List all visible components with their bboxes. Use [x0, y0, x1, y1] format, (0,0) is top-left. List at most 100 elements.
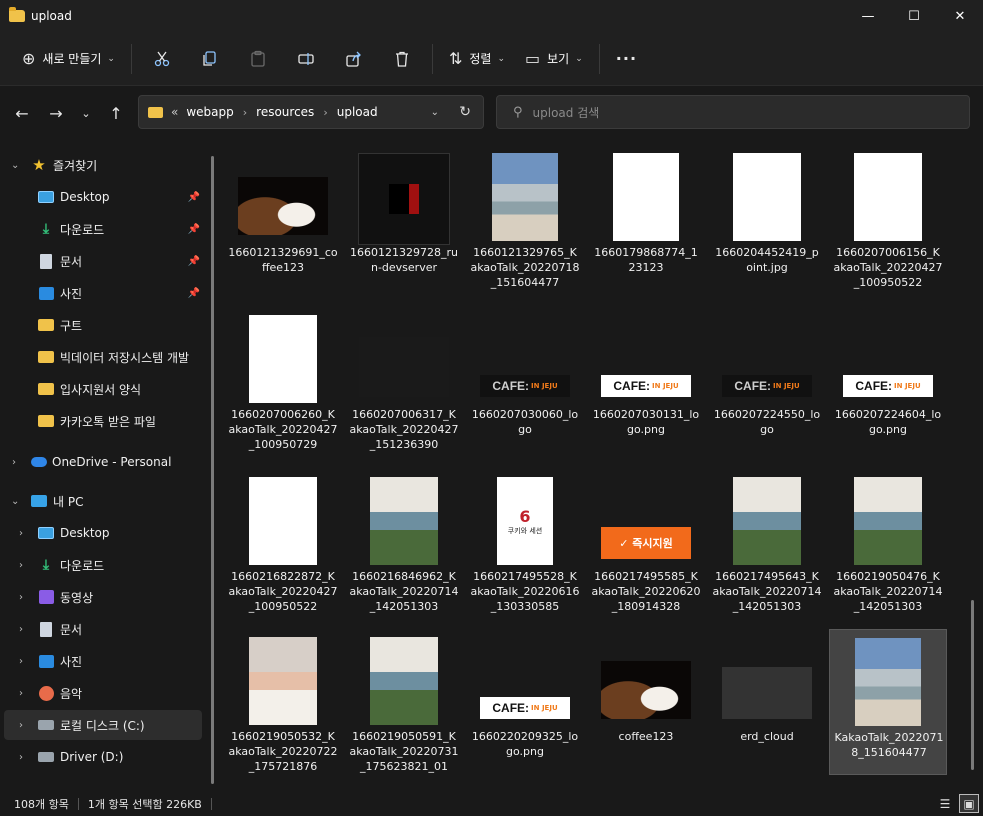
sidebar-quick-access[interactable]: ⌄ ★ 즐겨찾기 [4, 150, 202, 180]
chevron-right-icon[interactable]: › [19, 592, 23, 603]
file-item[interactable]: CAFE: IN JEJU 1660207030131_logo.png [587, 309, 705, 459]
file-item[interactable]: ✓ 즉시지원 1660217495585_KakaoTalk_20220620_1… [587, 471, 705, 621]
view-button[interactable]: ▭ 보기 ⌄ [515, 41, 593, 77]
file-item[interactable]: coffee123 [587, 631, 705, 781]
sidebar-item-downloads[interactable]: ⤓ 다운로드 📌 [4, 214, 202, 244]
sidebar-item-this-pc[interactable]: ⌄ 내 PC [4, 486, 202, 516]
toolbar-divider [130, 43, 132, 74]
chevron-right-icon[interactable]: › [19, 656, 23, 667]
file-thumbnail [492, 153, 558, 241]
file-item[interactable]: 1660219050532_KakaoTalk_20220722_1757218… [224, 631, 342, 781]
address-bar[interactable]: « webapp › resources › upload ⌄ ↻ [138, 95, 484, 129]
sidebar-item-pictures[interactable]: 사진 📌 [4, 278, 202, 308]
file-thumbnail [854, 153, 922, 241]
breadcrumb-overflow[interactable]: « [171, 105, 178, 119]
file-item[interactable]: CAFE: IN JEJU 1660207030060_logo [466, 309, 584, 459]
file-item[interactable]: CAFE: IN JEJU 1660207224550_logo [708, 309, 826, 459]
chevron-right-icon[interactable]: › [19, 688, 23, 699]
sidebar-item-pc-downloads[interactable]: › ⤓ 다운로드 [4, 550, 202, 580]
chevron-right-icon[interactable]: › [19, 528, 23, 539]
sidebar-item-driver-d[interactable]: › Driver (D:) [4, 742, 202, 772]
file-name: 1660217495528_KakaoTalk_20220616_1303305… [470, 570, 580, 613]
sidebar-item-desktop[interactable]: Desktop 📌 [4, 182, 202, 212]
sidebar-item-local-disk[interactable]: › 로컬 디스크 (C:) [4, 710, 202, 740]
sidebar-item-pc-music[interactable]: › 음악 [4, 678, 202, 708]
logo-text: CAFE: [734, 379, 772, 393]
file-item[interactable]: 1660217495643_KakaoTalk_20220714_1420513… [708, 471, 826, 621]
more-options-button[interactable]: ··· [606, 41, 647, 77]
chevron-down-icon[interactable]: ⌄ [11, 160, 19, 171]
maximize-button[interactable]: ☐ [891, 0, 937, 32]
file-item[interactable]: 1660121329728_run-devserver [345, 147, 463, 297]
up-button[interactable]: ↑ [100, 97, 132, 129]
chevron-right-icon[interactable]: › [19, 752, 23, 763]
chevron-right-icon[interactable]: › [19, 560, 23, 571]
chevron-right-icon[interactable]: › [19, 720, 23, 731]
file-item[interactable]: 1660216822872_KakaoTalk_20220427_1009505… [224, 471, 342, 621]
breadcrumb-resources[interactable]: resources [256, 105, 314, 119]
file-item[interactable]: CAFE: IN JEJU 1660207224604_logo.png [829, 309, 947, 459]
sidebar-item-folder[interactable]: 빅데이터 저장시스템 개발 [4, 342, 202, 372]
document-icon [38, 253, 54, 269]
pin-icon[interactable]: 📌 [188, 192, 200, 203]
delete-button[interactable] [378, 41, 426, 77]
breadcrumb-separator[interactable]: › [243, 106, 247, 119]
sort-button[interactable]: ⇅ 정렬 ⌄ [439, 41, 515, 77]
file-item[interactable]: 1660216846962_KakaoTalk_20220714_1420513… [345, 471, 463, 621]
sidebar-item-pc-pictures[interactable]: › 사진 [4, 646, 202, 676]
details-view-button[interactable]: ☰ [935, 794, 955, 813]
forward-button[interactable]: → [40, 97, 72, 129]
file-item[interactable]: 1660121329765_KakaoTalk_20220718_1516044… [466, 147, 584, 297]
sidebar-item-folder[interactable]: 입사지원서 양식 [4, 374, 202, 404]
sidebar-item-folder[interactable]: 구트 [4, 310, 202, 340]
new-button[interactable]: ⊕ 새로 만들기 ⌄ [12, 41, 125, 77]
logo-subtext: IN JEJU [652, 382, 679, 390]
copy-button[interactable] [186, 41, 234, 77]
refresh-icon[interactable]: ↻ [459, 104, 471, 120]
file-item[interactable]: 1660179868774_123123 [587, 147, 705, 297]
chevron-down-icon[interactable]: ⌄ [11, 496, 19, 507]
pin-icon[interactable]: 📌 [188, 288, 200, 299]
rename-button[interactable] [282, 41, 330, 77]
back-button[interactable]: ← [6, 97, 38, 129]
breadcrumb-webapp[interactable]: webapp [186, 105, 233, 119]
share-button[interactable] [330, 41, 378, 77]
square-icon [389, 184, 419, 214]
file-item[interactable]: 1660219050476_KakaoTalk_20220714_1420513… [829, 471, 947, 621]
minimize-button[interactable]: — [845, 0, 891, 32]
file-item[interactable]: 1660207006156_KakaoTalk_20220427_1009505… [829, 147, 947, 297]
sidebar-item-pc-videos[interactable]: › 동영상 [4, 582, 202, 612]
breadcrumb-separator[interactable]: › [323, 106, 327, 119]
pin-icon[interactable]: 📌 [188, 256, 200, 267]
close-button[interactable]: ✕ [937, 0, 983, 32]
file-item[interactable]: 6 쿠키와 세션 1660217495528_KakaoTalk_20220616_… [466, 471, 584, 621]
copy-icon [203, 50, 216, 66]
search-box[interactable]: ⚲ upload 검색 [496, 95, 970, 129]
file-item[interactable]: 1660219050591_KakaoTalk_20220731_1756238… [345, 631, 463, 781]
file-item[interactable]: KakaoTalk_20220718_151604477 [829, 629, 947, 775]
pin-icon[interactable]: 📌 [188, 224, 200, 235]
sidebar-item-onedrive[interactable]: › OneDrive - Personal [4, 447, 202, 477]
large-icons-view-button[interactable]: ▣ [959, 794, 979, 813]
cut-button[interactable] [138, 41, 186, 77]
file-grid-scrollbar[interactable] [971, 600, 974, 770]
file-item[interactable]: CAFE: IN JEJU 1660220209325_logo.png [466, 631, 584, 781]
scissors-icon [154, 51, 170, 66]
trash-icon [395, 51, 408, 67]
file-item[interactable]: 1660207006260_KakaoTalk_20220427_1009507… [224, 309, 342, 459]
address-history-icon[interactable]: ⌄ [431, 107, 439, 118]
file-item[interactable]: 1660204452419_point.jpg [708, 147, 826, 297]
chevron-right-icon[interactable]: › [19, 624, 23, 635]
sidebar-item-pc-documents[interactable]: › 문서 [4, 614, 202, 644]
sidebar-item-documents[interactable]: 문서 📌 [4, 246, 202, 276]
file-item[interactable]: 1660207006317_KakaoTalk_20220427_1512363… [345, 309, 463, 459]
recent-locations-button[interactable]: ⌄ [72, 97, 100, 129]
file-item[interactable]: 1660121329691_coffee123 [224, 147, 342, 297]
sidebar-item-folder[interactable]: 카카오톡 받은 파일 [4, 406, 202, 436]
breadcrumb-upload[interactable]: upload [337, 105, 378, 119]
chevron-right-icon[interactable]: › [12, 457, 16, 468]
sidebar-item-pc-desktop[interactable]: › Desktop [4, 518, 202, 548]
sidebar-scrollbar[interactable] [211, 156, 214, 784]
paste-button[interactable] [234, 41, 282, 77]
file-item[interactable]: erd_cloud [708, 631, 826, 781]
